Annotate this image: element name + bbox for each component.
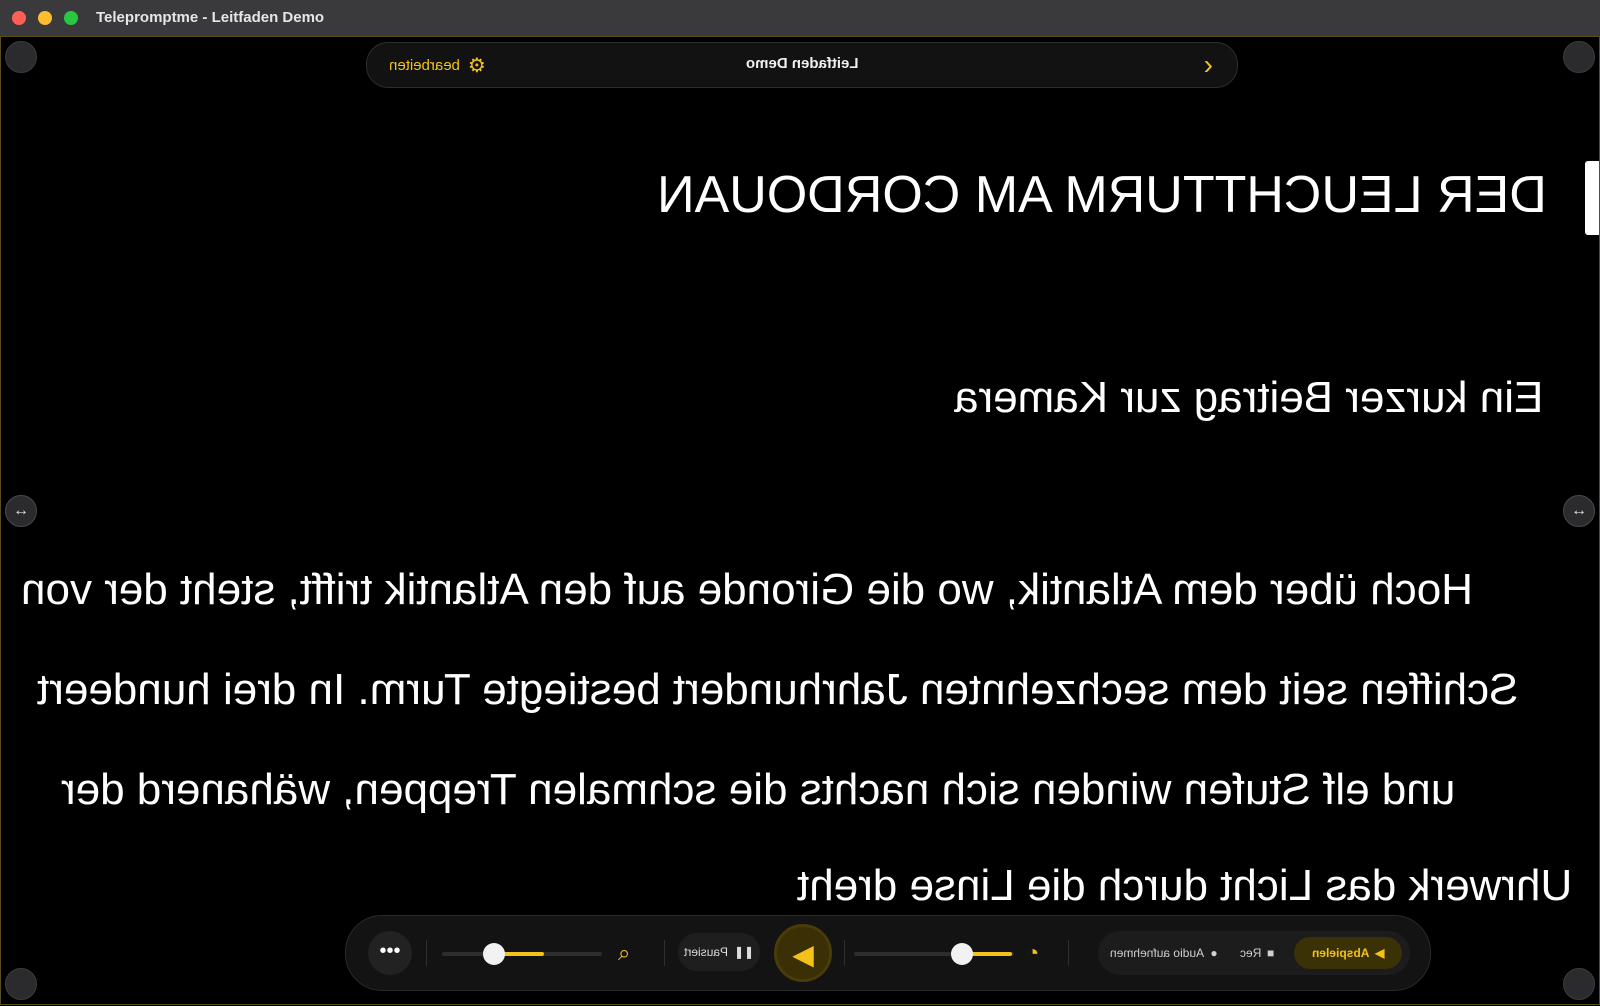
zoom-slider-knob[interactable] <box>483 943 506 965</box>
script-heading: DER LEUCHTTURM AM CORDOUAN <box>657 166 1547 224</box>
divider <box>664 940 665 966</box>
more-options-button[interactable]: ••• <box>368 931 412 975</box>
maximize-window-button[interactable] <box>64 11 78 25</box>
pause-status-button[interactable]: Pausiert ❚❚ <box>678 933 760 971</box>
record-mode-button[interactable]: Rec ■ <box>1228 937 1286 969</box>
title-bar: Telepromptme - Leitfaden Demo <box>0 0 1600 37</box>
script-text-area: DER LEUCHTTURM AM CORDOUAN Ein kurzer Be… <box>1 37 1599 1004</box>
zoom-icon: ⌕ <box>618 940 631 965</box>
play-reverse-button[interactable]: ◀ <box>774 924 832 982</box>
prompter-stage: ↔ ↔ bearbeiten ⚙ Leitfaden Demo › DER LE… <box>0 37 1600 1005</box>
camera-icon: ■ <box>1267 946 1275 960</box>
window-title: Telepromptme - Leitfaden Demo <box>96 9 325 26</box>
speed-gauge-icon: ◔ <box>1026 940 1040 965</box>
script-line: Uhrwerk das Licht durch die Linse dreht <box>797 861 1573 910</box>
playback-mode-button[interactable]: Abspielen ◀ <box>1294 937 1402 969</box>
scroll-position-marker[interactable] <box>1585 161 1599 235</box>
minimize-window-button[interactable] <box>38 11 52 25</box>
zoom-slider[interactable] <box>442 943 602 965</box>
close-window-button[interactable] <box>12 11 26 25</box>
script-line: Schiffen seit dem sechzehnten Jahrhunder… <box>37 665 1519 714</box>
playback-control-bar: ••• ⌕ Pausiert ❚❚ ◀ ◔ Abspielen ◀ Rec ■ … <box>345 915 1431 991</box>
play-icon: ◀ <box>792 939 814 970</box>
script-line: Hoch über dem Atlantik, wo die Gironde a… <box>21 565 1473 614</box>
script-subheading: Ein kurzer Beitrag zur Kamera <box>953 373 1543 422</box>
speed-slider[interactable] <box>854 943 1014 965</box>
divider <box>426 940 427 966</box>
speed-slider-knob[interactable] <box>950 943 973 965</box>
pause-icon: ❚❚ <box>733 945 755 959</box>
play-icon: ◀ <box>1375 946 1385 960</box>
microphone-icon: ● <box>1210 946 1218 960</box>
mode-switcher: Abspielen ◀ Rec ■ Audio aufnehmen ● <box>1098 931 1410 975</box>
script-line: und elf Stufen winden sich nachts die sc… <box>61 765 1456 814</box>
divider <box>844 940 845 966</box>
divider <box>1068 940 1069 966</box>
audio-record-mode-button[interactable]: Audio aufnehmen ● <box>1106 937 1222 969</box>
